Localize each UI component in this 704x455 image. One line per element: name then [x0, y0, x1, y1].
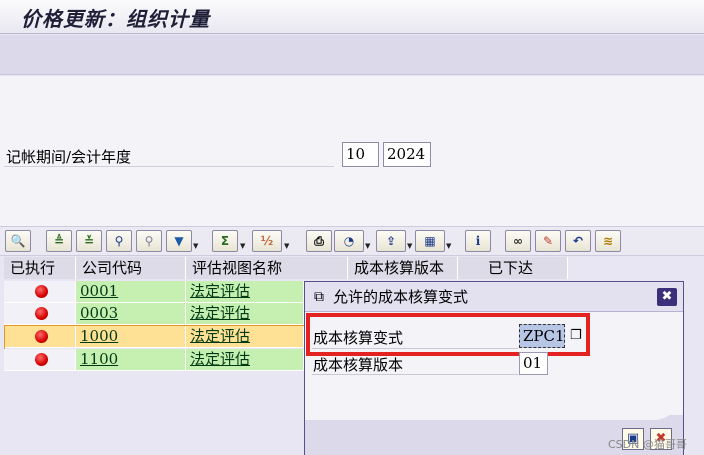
dialog-window-icon: ⧉ — [314, 289, 324, 305]
grid-toolbar: 🔍 ≜ ≚ ⚲ ⚲ ▼ ▼ Σ ▼ ½ ▼ ⎙ ◔ ▼ ⇪ ▼ ▦ ▼ i ∞ … — [0, 226, 704, 256]
column-executed[interactable]: 已执行 — [4, 257, 76, 279]
filter-icon[interactable]: ▼ — [166, 230, 192, 252]
column-company-code[interactable]: 公司代码 — [76, 257, 186, 279]
execute-wand-icon[interactable]: ✎ — [535, 230, 561, 252]
glasses-icon[interactable]: ∞ — [505, 230, 531, 252]
column-released[interactable]: 已下达 — [458, 257, 568, 279]
dialog-title-bar: ⧉ 允许的成本核算变式 ✖ — [305, 282, 683, 312]
label-underline — [4, 166, 334, 167]
company-code-cell[interactable]: 0003 — [76, 303, 186, 325]
info-icon[interactable]: i — [465, 230, 491, 252]
period-year-label: 记帐期间/会计年度 — [6, 148, 132, 166]
close-icon[interactable]: ✖ — [657, 288, 677, 306]
find-next-icon[interactable]: ⚲ — [136, 230, 162, 252]
valuation-view-value[interactable]: 法定评估 — [190, 350, 250, 368]
status-cell — [4, 281, 76, 303]
layout-dropdown-icon[interactable]: ▼ — [446, 231, 454, 251]
column-valuation-view[interactable]: 评估视图名称 — [186, 257, 348, 279]
status-red-icon — [35, 307, 48, 320]
filter-dropdown-icon[interactable]: ▼ — [193, 231, 201, 251]
valuation-view-cell: 法定评估 — [186, 349, 304, 371]
period-field[interactable]: 10 — [342, 142, 379, 167]
page-title: 价格更新：组织计量 — [21, 7, 210, 31]
details-icon[interactable]: 🔍 — [5, 230, 31, 252]
sum-icon[interactable]: Σ — [212, 230, 238, 252]
undo-icon[interactable]: ↶ — [565, 230, 591, 252]
selected-row-outline — [4, 325, 306, 351]
dialog-title: 允许的成本核算变式 — [333, 288, 469, 306]
valuation-view-value[interactable]: 法定评估 — [190, 304, 250, 322]
costing-version-field[interactable]: 01 — [519, 352, 548, 375]
watermark: CSDN @猫哥哥 — [608, 438, 687, 451]
highlight-box — [306, 313, 590, 356]
company-code-link[interactable]: 0003 — [80, 304, 118, 322]
sort-descending-icon[interactable]: ≚ — [76, 230, 102, 252]
views-icon[interactable]: ◔ — [334, 230, 364, 252]
find-icon[interactable]: ⚲ — [106, 230, 132, 252]
sort-ascending-icon[interactable]: ≜ — [46, 230, 72, 252]
status-red-icon — [35, 353, 48, 366]
subtotal-dropdown-icon[interactable]: ▼ — [284, 231, 292, 251]
company-code-link[interactable]: 0001 — [80, 282, 118, 300]
company-code-cell[interactable]: 1100 — [76, 349, 186, 371]
valuation-view-cell: 法定评估 — [186, 303, 304, 325]
status-cell — [4, 349, 76, 371]
sum-dropdown-icon[interactable]: ▼ — [240, 231, 248, 251]
status-red-icon — [35, 285, 48, 298]
label-underline — [312, 374, 518, 375]
print-icon[interactable]: ⎙ — [306, 230, 332, 252]
layout-icon[interactable]: ▦ — [415, 230, 445, 252]
dialog-body-curve — [305, 390, 683, 420]
column-costing-version[interactable]: 成本核算版本 — [348, 257, 458, 279]
costing-version-label: 成本核算版本 — [313, 356, 404, 374]
export-icon[interactable]: ⇪ — [376, 230, 406, 252]
valuation-view-cell: 法定评估 — [186, 281, 304, 303]
valuation-view-value[interactable]: 法定评估 — [190, 282, 250, 300]
export-dropdown-icon[interactable]: ▼ — [407, 231, 415, 251]
log-icon[interactable]: ≋ — [595, 230, 621, 252]
fiscal-year-field[interactable]: 2024 — [383, 142, 431, 167]
subtotal-icon[interactable]: ½ — [252, 230, 282, 252]
status-cell — [4, 303, 76, 325]
company-code-cell[interactable]: 0001 — [76, 281, 186, 303]
company-code-link[interactable]: 1100 — [80, 350, 118, 368]
application-toolbar — [0, 35, 704, 75]
views-dropdown-icon[interactable]: ▼ — [365, 231, 373, 251]
